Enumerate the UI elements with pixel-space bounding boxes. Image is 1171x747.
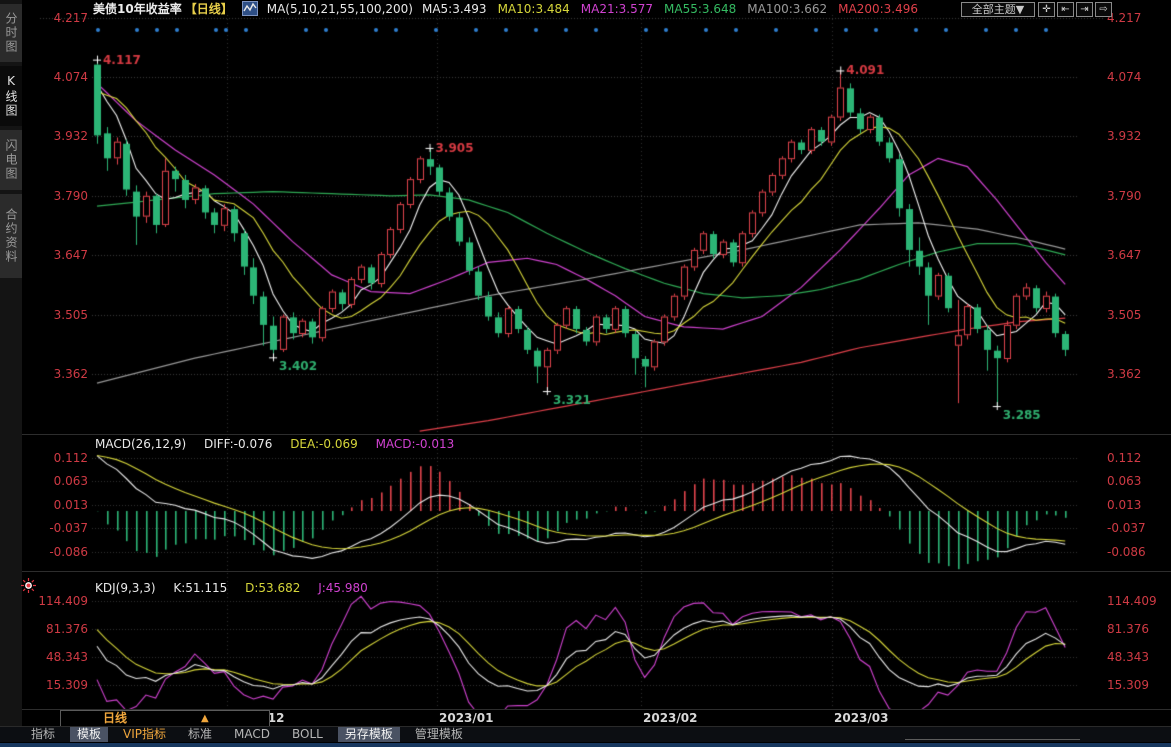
macd-name: MACD(26,12,9) — [95, 437, 186, 451]
time-axis-tick: 2023/03 — [834, 711, 888, 725]
pane-divider-macd — [22, 434, 1171, 435]
pane-divider-kdj — [22, 571, 1171, 572]
tab-4[interactable]: MACD — [227, 727, 277, 742]
main-axis-tick-right: 3.647 — [1107, 248, 1141, 262]
bottom-strip — [0, 743, 1171, 747]
trading-app-window: { "colors":{"axis_text":"#cf3a44","candl… — [0, 0, 1171, 747]
period-selector[interactable]: 日线 ▲ — [60, 710, 270, 727]
main-axis-tick-left: 3.362 — [36, 367, 88, 381]
kdj-axis-tick-left: 15.309 — [36, 678, 88, 692]
macd-axis-tick-right: 0.063 — [1107, 474, 1141, 488]
ma-value: MA55:3.648 — [664, 2, 736, 16]
kdj-j-value: J:45.980 — [318, 581, 368, 595]
macd-axis-tick-left: 0.112 — [36, 451, 88, 465]
pan-icon[interactable]: ✛ — [1038, 2, 1055, 17]
popout-icon[interactable]: ⇨ — [1095, 2, 1112, 17]
ma-group-label: MA(5,10,21,55,100,200) — [267, 2, 413, 16]
kdj-name: KDJ(9,3,3) — [95, 581, 156, 595]
macd-axis-tick-left: 0.063 — [36, 474, 88, 488]
main-axis-tick-right: 3.362 — [1107, 367, 1141, 381]
main-axis-tick-left: 4.217 — [36, 11, 88, 25]
period-arrow-icon: ▲ — [201, 711, 209, 726]
sidebar: 分时图 K线图闪电图合约资料 — [0, 0, 22, 742]
macd-axis-tick-right: 0.013 — [1107, 498, 1141, 512]
main-axis-tick-right: 3.790 — [1107, 189, 1141, 203]
kdj-axis-tick-right: 114.409 — [1107, 594, 1157, 608]
main-axis-tick-left: 3.647 — [36, 248, 88, 262]
kdj-axis-tick-left: 48.343 — [36, 650, 88, 664]
kdj-axis-tick-left: 81.376 — [36, 622, 88, 636]
main-axis-tick-left: 3.932 — [36, 129, 88, 143]
macd-diff-value: DIFF:-0.076 — [204, 437, 272, 451]
alarm-icon[interactable] — [21, 578, 36, 593]
sidebar-item-1[interactable]: K线图 — [0, 66, 22, 126]
ma-values: MA5:3.493 MA10:3.484 MA21:3.577 MA55:3.648 M… — [422, 2, 929, 16]
tab-5[interactable]: BOLL — [285, 727, 330, 742]
ma-value: MA10:3.484 — [498, 2, 570, 16]
tab-1[interactable]: 模板 — [70, 727, 108, 742]
sidebar-item-2[interactable]: 闪电图 — [0, 130, 22, 190]
macd-axis-tick-left: 0.013 — [36, 498, 88, 512]
main-axis-tick-right: 4.074 — [1107, 70, 1141, 84]
compress-axis-icon[interactable]: ⇤ — [1057, 2, 1074, 17]
main-axis-tick-left: 4.074 — [36, 70, 88, 84]
main-axis-tick-right: 3.932 — [1107, 129, 1141, 143]
time-axis-tick: 2023/02 — [643, 711, 697, 725]
tab-2[interactable]: VIP指标 — [116, 727, 173, 742]
ma-value: MA21:3.577 — [581, 2, 653, 16]
kdj-axis-tick-right: 81.376 — [1107, 622, 1149, 636]
ma-value: MA200:3.496 — [838, 2, 918, 16]
kdj-axis-tick-left: 114.409 — [36, 594, 88, 608]
kdj-k-value: K:51.115 — [173, 581, 227, 595]
tab-7[interactable]: 管理模板 — [408, 727, 470, 742]
chart-type-icon[interactable] — [242, 1, 258, 16]
kdj-axis-tick-right: 48.343 — [1107, 650, 1149, 664]
macd-axis-tick-right: 0.112 — [1107, 451, 1141, 465]
instrument-title: 美债10年收益率 — [93, 0, 182, 17]
period-label: 日线 — [103, 711, 127, 726]
theme-dropdown-button[interactable]: 全部主题▼ — [961, 2, 1035, 17]
macd-axis-tick-left: -0.037 — [36, 521, 88, 535]
macd-axis-tick-right: -0.037 — [1107, 521, 1146, 535]
kdj-d-value: D:53.682 — [245, 581, 300, 595]
tab-0[interactable]: 指标 — [24, 727, 62, 742]
chart-header: 美债10年收益率【日线】 MA(5,10,21,55,100,200) MA5:… — [93, 1, 929, 16]
main-axis-tick-right: 3.505 — [1107, 308, 1141, 322]
sidebar-item-0[interactable]: 分时图 — [0, 4, 22, 62]
tab-3[interactable]: 标准 — [181, 727, 219, 742]
main-axis-tick-left: 3.505 — [36, 308, 88, 322]
macd-header: MACD(26,12,9) DIFF:-0.076 DEA:-0.069 MAC… — [95, 437, 454, 451]
period-tag: 【日线】 — [185, 0, 233, 17]
macd-axis-tick-right: -0.086 — [1107, 545, 1146, 559]
macd-value: MACD:-0.013 — [376, 437, 455, 451]
main-axis-tick-left: 3.790 — [36, 189, 88, 203]
ma-value: MA5:3.493 — [422, 2, 487, 16]
kdj-axis-tick-right: 15.309 — [1107, 678, 1149, 692]
macd-dea-value: DEA:-0.069 — [290, 437, 358, 451]
main-axis-tick-right: 4.217 — [1107, 11, 1141, 25]
macd-axis-tick-left: -0.086 — [36, 545, 88, 559]
chart-canvas[interactable] — [0, 0, 1171, 747]
sidebar-item-3[interactable]: 合约资料 — [0, 194, 22, 278]
ma-value: MA100:3.662 — [747, 2, 827, 16]
time-axis-tick: 2023/01 — [439, 711, 493, 725]
expand-axis-icon[interactable]: ⇥ — [1076, 2, 1093, 17]
kdj-header: KDJ(9,3,3) K:51.115 D:53.682 J:45.980 — [95, 581, 368, 595]
tab-6[interactable]: 另存模板 — [338, 727, 400, 742]
scrollbar[interactable] — [905, 739, 1080, 740]
